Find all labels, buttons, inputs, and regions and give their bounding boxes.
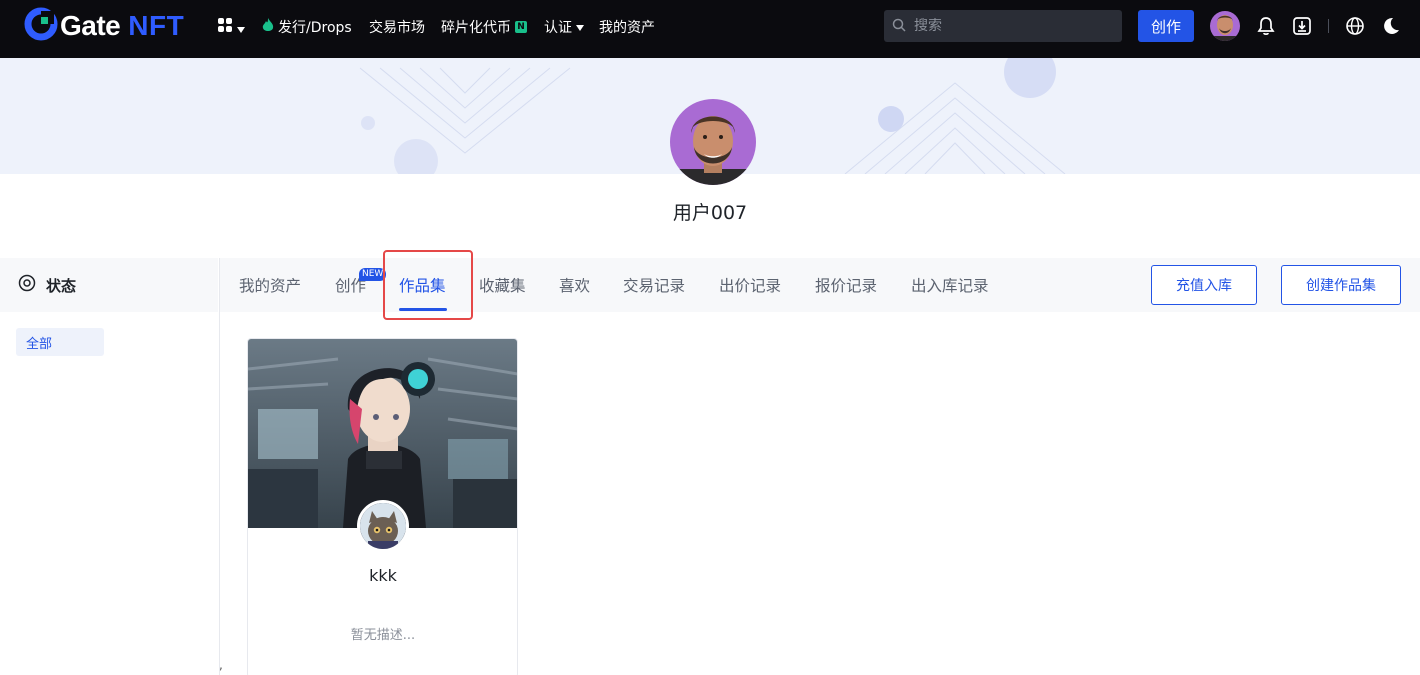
highlight-box [383, 250, 473, 320]
collection-card[interactable]: kkk 暂无描述... [247, 338, 518, 675]
gate-logo-icon [24, 7, 58, 45]
nav-fractional-label: 碎片化代币 [441, 20, 511, 36]
nav-verification-label: 认证 [544, 20, 572, 36]
filter-all-chip[interactable]: 全部 [16, 328, 104, 356]
sidebar-divider [219, 258, 220, 675]
gate-nft-logo[interactable]: Gate NFT [24, 7, 185, 45]
deposit-button[interactable]: 充值入库 [1151, 265, 1257, 305]
nav-my-assets-label: 我的资产 [599, 20, 655, 36]
status-filter-header[interactable]: 状态 [0, 258, 218, 312]
tab-my-assets[interactable]: 我的资产 [239, 274, 301, 296]
flame-icon [262, 17, 274, 37]
collection-name: kkk [369, 566, 397, 585]
profile-avatar[interactable] [670, 99, 756, 185]
search-box[interactable] [884, 10, 1122, 42]
status-target-icon [18, 274, 36, 296]
nav-drops[interactable]: 发行/Drops [262, 17, 352, 37]
create-button[interactable]: 创作 [1138, 10, 1194, 42]
tab-deposit-withdraw-history[interactable]: 出入库记录 [911, 274, 989, 296]
search-icon [892, 17, 906, 36]
nav-my-assets[interactable]: 我的资产 [599, 17, 655, 37]
nav-fractional-tokens[interactable]: 碎片化代币 N [441, 17, 527, 37]
collection-avatar [357, 500, 409, 552]
nav-verification[interactable]: 认证 [544, 17, 584, 37]
tab-favorites[interactable]: 收藏集 [479, 274, 526, 296]
status-filter-title: 状态 [46, 276, 77, 295]
logo-text: Gate [60, 10, 121, 41]
nav-marketplace[interactable]: 交易市场 [369, 17, 425, 37]
tab-likes[interactable]: 喜欢 [559, 274, 590, 296]
user-avatar[interactable] [1210, 11, 1240, 41]
apps-menu[interactable] [217, 17, 245, 37]
download-icon[interactable] [1291, 15, 1313, 37]
chevron-down-icon [576, 19, 584, 35]
profile-username: 用户007 [672, 202, 748, 224]
tab-bid-history[interactable]: 出价记录 [719, 274, 781, 296]
create-collection-button[interactable]: 创建作品集 [1281, 265, 1401, 305]
top-nav: Gate NFT 发行/Drops 交易市场 碎片化代币 N 认证 我的资产 搜… [0, 0, 1420, 58]
tab-trade-history[interactable]: 交易记录 [623, 274, 685, 296]
search-input[interactable] [914, 18, 1104, 34]
chevron-down-icon [237, 18, 245, 37]
tab-offer-history[interactable]: 报价记录 [815, 274, 877, 296]
nav-marketplace-label: 交易市场 [369, 20, 425, 36]
apps-grid-icon [217, 17, 233, 37]
collection-description: 暂无描述... [350, 628, 416, 643]
globe-icon[interactable] [1344, 15, 1366, 37]
nav-drops-label: 发行/Drops [278, 20, 352, 36]
n-badge: N [515, 21, 527, 33]
theme-toggle-icon[interactable] [1380, 15, 1402, 37]
bell-icon[interactable] [1255, 15, 1277, 37]
stray-comma: , [219, 658, 223, 672]
nav-divider [1328, 19, 1329, 33]
logo-nft-text: NFT [128, 10, 185, 41]
